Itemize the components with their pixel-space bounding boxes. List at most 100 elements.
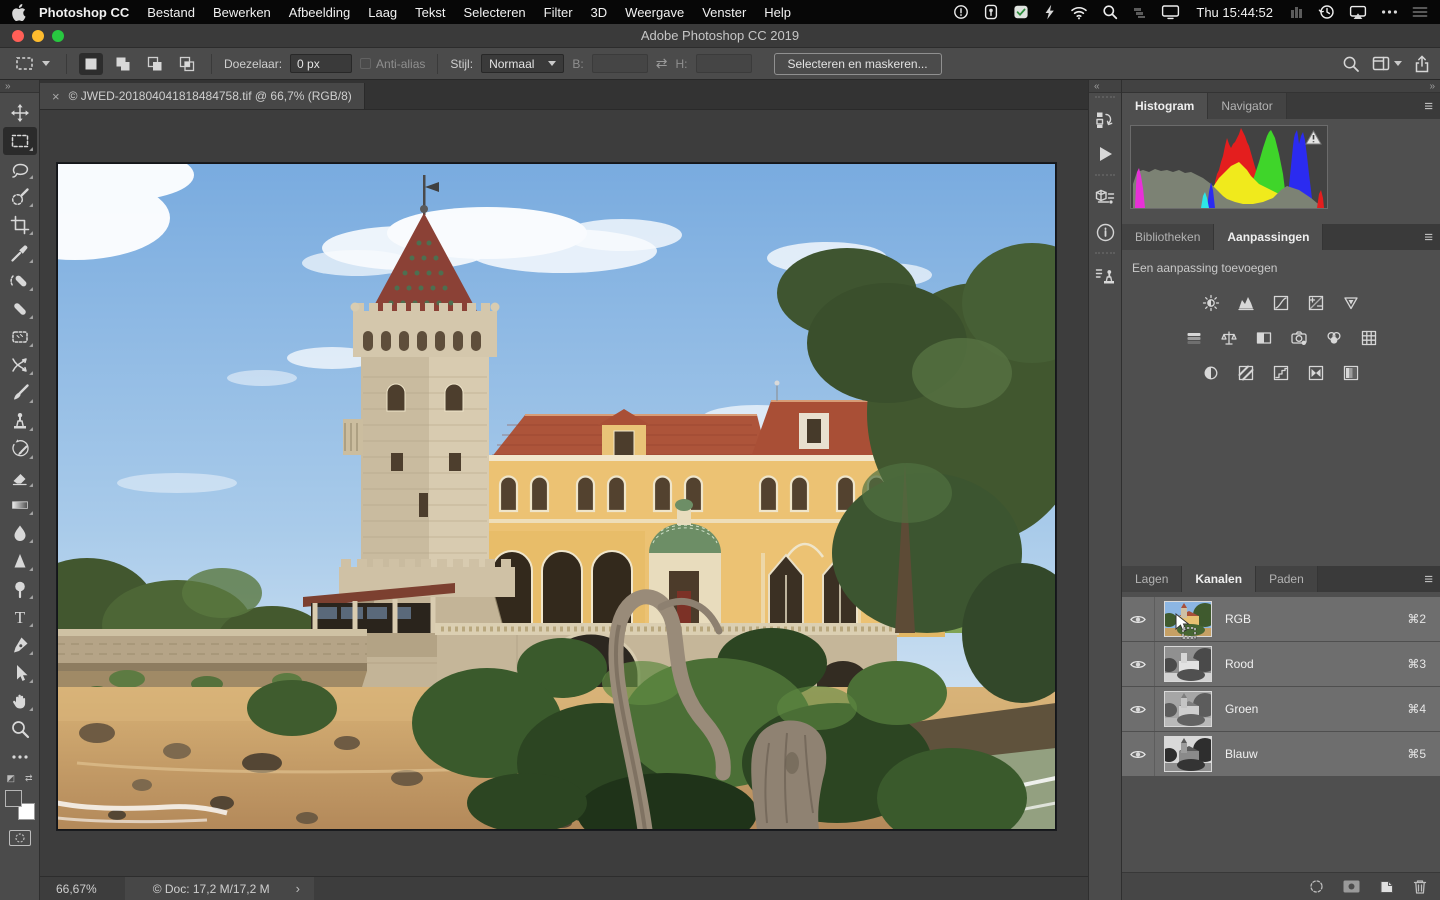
menu-tekst[interactable]: Tekst bbox=[406, 5, 454, 20]
onepassword-icon[interactable] bbox=[983, 4, 999, 20]
brightness-contrast-icon[interactable] bbox=[1198, 291, 1224, 315]
crop-tool[interactable] bbox=[3, 211, 37, 239]
add-selection-icon[interactable] bbox=[111, 53, 135, 75]
threshold-icon[interactable] bbox=[1268, 361, 1294, 385]
status-chevron-icon[interactable]: › bbox=[296, 881, 300, 896]
minimize-window-button[interactable] bbox=[32, 30, 44, 42]
hue-saturation-icon[interactable] bbox=[1181, 326, 1207, 350]
lightning-icon[interactable] bbox=[1043, 4, 1056, 20]
share-icon[interactable] bbox=[1414, 55, 1430, 73]
exposure-icon[interactable] bbox=[1303, 291, 1329, 315]
toolbar-collapse[interactable]: » bbox=[0, 80, 39, 93]
info-circle-icon[interactable] bbox=[953, 4, 969, 20]
dodge-tool[interactable] bbox=[3, 575, 37, 603]
tab-navigator[interactable]: Navigator bbox=[1208, 93, 1286, 119]
intersect-selection-icon[interactable] bbox=[175, 53, 199, 75]
menubar-app-name[interactable]: Photoshop CC bbox=[33, 5, 138, 20]
zoom-level-field[interactable]: 66,67% bbox=[40, 882, 107, 896]
gradient-map-icon[interactable] bbox=[1303, 361, 1329, 385]
apple-icon[interactable] bbox=[12, 4, 27, 21]
gradient-tool[interactable] bbox=[3, 491, 37, 519]
search-icon[interactable] bbox=[1342, 55, 1360, 73]
tab-aanpassingen[interactable]: Aanpassingen bbox=[1214, 224, 1323, 250]
time-machine-icon[interactable] bbox=[1318, 4, 1335, 20]
channel-thumbnail[interactable] bbox=[1164, 646, 1212, 682]
color-swatches[interactable] bbox=[5, 790, 35, 820]
visibility-toggle[interactable] bbox=[1122, 642, 1155, 686]
eyedropper-tool[interactable] bbox=[3, 239, 37, 267]
path-selection-tool[interactable] bbox=[3, 659, 37, 687]
load-selection-icon[interactable] bbox=[1308, 878, 1325, 895]
healing-brush-tool[interactable] bbox=[3, 295, 37, 323]
panel-menu-icon[interactable]: ≡ bbox=[1424, 224, 1432, 250]
delete-channel-icon[interactable] bbox=[1412, 878, 1428, 895]
channel-row-rood[interactable]: Rood ⌘3 bbox=[1122, 642, 1440, 686]
things-icon[interactable] bbox=[1013, 4, 1029, 20]
doc-size-info[interactable]: © Doc: 17,2 M/17,2 M › bbox=[125, 877, 314, 900]
eraser-tool[interactable] bbox=[3, 463, 37, 491]
edit-toolbar[interactable] bbox=[3, 743, 37, 771]
lasso-tool[interactable] bbox=[3, 155, 37, 183]
rectangular-marquee-tool[interactable] bbox=[3, 127, 37, 155]
quick-selection-tool[interactable] bbox=[3, 183, 37, 211]
tool-preset-picker[interactable] bbox=[10, 52, 54, 76]
tab-histogram[interactable]: Histogram bbox=[1122, 93, 1208, 119]
channel-row-blauw[interactable]: Blauw ⌘5 bbox=[1122, 732, 1440, 776]
panel-menu-icon[interactable]: ≡ bbox=[1424, 566, 1432, 592]
height-input[interactable] bbox=[696, 54, 752, 73]
feather-input[interactable]: 0 px bbox=[290, 54, 352, 73]
channel-thumbnail[interactable] bbox=[1164, 736, 1212, 772]
history-icon[interactable] bbox=[1091, 106, 1119, 134]
columns-icon[interactable] bbox=[1289, 5, 1304, 20]
menu-afbeelding[interactable]: Afbeelding bbox=[280, 5, 359, 20]
tab-bibliotheken[interactable]: Bibliotheken bbox=[1122, 224, 1214, 250]
clone-source-icon[interactable] bbox=[1091, 262, 1119, 290]
menu-3d[interactable]: 3D bbox=[582, 5, 617, 20]
width-input[interactable] bbox=[592, 54, 648, 73]
new-channel-icon[interactable] bbox=[1378, 878, 1395, 895]
panels-collapse[interactable]: » bbox=[1122, 80, 1440, 93]
move-tool[interactable] bbox=[3, 99, 37, 127]
photo-canvas[interactable] bbox=[57, 163, 1056, 830]
more-icon[interactable] bbox=[1381, 9, 1398, 15]
menu-venster[interactable]: Venster bbox=[693, 5, 755, 20]
menu-laag[interactable]: Laag bbox=[359, 5, 406, 20]
color-lookup-icon[interactable] bbox=[1356, 326, 1382, 350]
channel-thumbnail[interactable] bbox=[1164, 691, 1212, 727]
quick-mask-button[interactable] bbox=[9, 830, 31, 846]
list-icon[interactable] bbox=[1412, 6, 1428, 18]
display-icon[interactable] bbox=[1161, 4, 1180, 20]
patch-tool[interactable] bbox=[3, 323, 37, 351]
levels-icon[interactable] bbox=[1233, 291, 1259, 315]
channel-mixer-icon[interactable] bbox=[1321, 326, 1347, 350]
zoom-window-button[interactable] bbox=[52, 30, 64, 42]
document-tab[interactable]: × © JWED-201804041818484758.tif @ 66,7% … bbox=[40, 83, 365, 109]
color-balance-icon[interactable] bbox=[1216, 326, 1242, 350]
close-tab-icon[interactable]: × bbox=[52, 89, 60, 104]
menu-bestand[interactable]: Bestand bbox=[138, 5, 204, 20]
menu-filter[interactable]: Filter bbox=[535, 5, 582, 20]
history-brush-tool[interactable] bbox=[3, 435, 37, 463]
swap-dimensions-icon[interactable]: ⇄ bbox=[656, 55, 668, 72]
actions-icon[interactable] bbox=[1091, 140, 1119, 168]
visibility-toggle[interactable] bbox=[1122, 732, 1155, 776]
hand-tool[interactable] bbox=[3, 687, 37, 715]
menubar-clock[interactable]: Thu 15:44:52 bbox=[1194, 5, 1275, 20]
channel-row-rgb[interactable]: RGB ⌘2 bbox=[1122, 597, 1440, 641]
tab-lagen[interactable]: Lagen bbox=[1122, 566, 1182, 592]
menu-weergave[interactable]: Weergave bbox=[616, 5, 693, 20]
antialias-checkbox[interactable]: Anti-alias bbox=[360, 57, 425, 71]
select-and-mask-button[interactable]: Selecteren en maskeren... bbox=[774, 53, 942, 75]
visibility-toggle[interactable] bbox=[1122, 687, 1155, 731]
tab-paden[interactable]: Paden bbox=[1256, 566, 1318, 592]
dock-collapse[interactable]: « bbox=[1089, 80, 1121, 93]
save-selection-icon[interactable] bbox=[1342, 879, 1361, 894]
visibility-toggle[interactable] bbox=[1122, 597, 1155, 641]
swap-colors-icon[interactable]: ◩⇄ bbox=[7, 773, 33, 784]
type-tool[interactable]: T bbox=[3, 603, 37, 631]
menu-selecteren[interactable]: Selecteren bbox=[455, 5, 535, 20]
subtract-selection-icon[interactable] bbox=[143, 53, 167, 75]
posterize-icon[interactable] bbox=[1233, 361, 1259, 385]
content-aware-move-tool[interactable] bbox=[3, 351, 37, 379]
properties-icon[interactable] bbox=[1091, 184, 1119, 212]
